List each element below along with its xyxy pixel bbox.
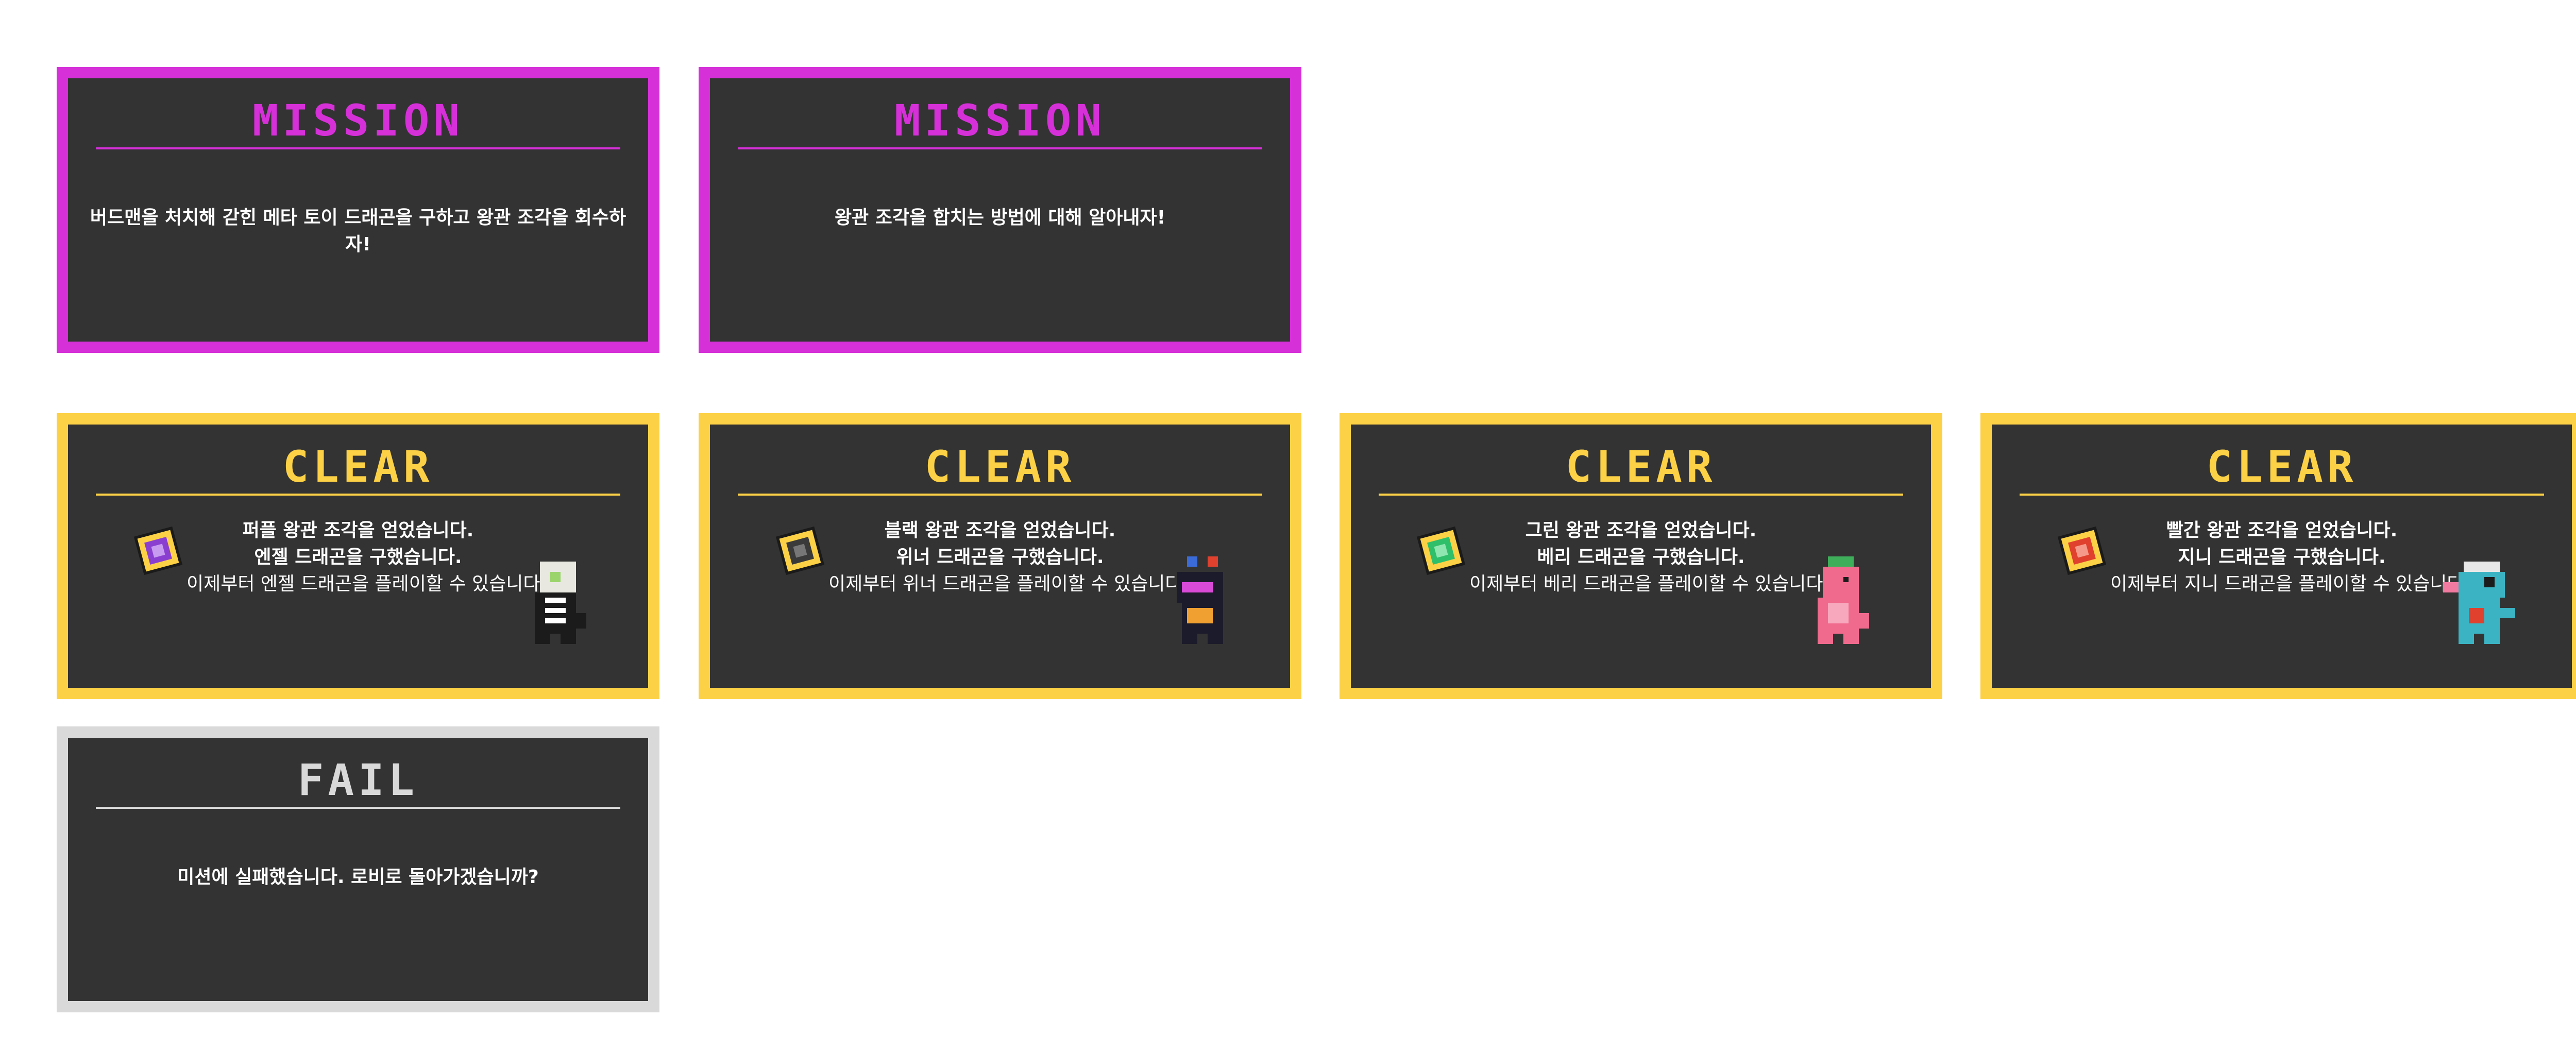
title-divider xyxy=(738,494,1262,496)
crown-piece-text: 블랙 왕관 조각을 얻었습니다. xyxy=(884,520,1116,541)
card-title: CLEAR xyxy=(924,442,1076,492)
clear-message: 그린 왕관 조각을 얻었습니다. 베리 드래곤을 구했습니다. 이제부터 베리 … xyxy=(1469,517,1829,598)
rescued-dragon-text: 베리 드래곤을 구했습니다. xyxy=(1537,547,1745,568)
black-crown-piece-icon xyxy=(775,526,825,575)
green-crown-piece-icon xyxy=(1416,526,1466,575)
card-title: CLEAR xyxy=(282,442,434,492)
mission-card-2: MISSION 왕관 조각을 합치는 방법에 대해 알아내자! xyxy=(699,67,1301,353)
rescued-dragon-text: 지니 드래곤을 구했습니다. xyxy=(2178,547,2386,568)
angel-dragon-icon xyxy=(535,562,586,644)
card-title: MISSION xyxy=(252,95,464,146)
unlock-text: 이제부터 베리 드래곤을 플레이할 수 있습니다. xyxy=(1469,573,1829,595)
title-divider xyxy=(96,147,620,149)
clear-message: 블랙 왕관 조각을 얻었습니다. 위너 드래곤을 구했습니다. 이제부터 위너 … xyxy=(828,517,1188,598)
purple-crown-piece-icon xyxy=(133,526,183,575)
clear-card-purple: CLEAR 퍼플 왕관 조각을 얻었습니다. 엔젤 드래곤을 구했습니다. 이제… xyxy=(57,413,659,699)
unlock-text: 이제부터 지니 드래곤을 플레이할 수 있습니다. xyxy=(2110,573,2470,595)
clear-card-black: CLEAR 블랙 왕관 조각을 얻었습니다. 위너 드래곤을 구했습니다. 이제… xyxy=(699,413,1301,699)
clear-card-red: CLEAR 빨간 왕관 조각을 얻었습니다. 지니 드래곤을 구했습니다. 이제… xyxy=(1980,413,2576,699)
card-title: CLEAR xyxy=(1565,442,1717,492)
rescued-dragon-text: 엔젤 드래곤을 구했습니다. xyxy=(254,547,462,568)
berry-dragon-icon xyxy=(1818,556,1869,644)
card-title: MISSION xyxy=(894,95,1106,146)
clear-message: 빨간 왕관 조각을 얻었습니다. 지니 드래곤을 구했습니다. 이제부터 지니 … xyxy=(2110,517,2470,598)
title-divider xyxy=(1379,494,1903,496)
fail-message: 미션에 실패했습니다. 로비로 돌아가겠습니까? xyxy=(177,867,539,888)
clear-card-green: CLEAR 그린 왕관 조각을 얻었습니다. 베리 드래곤을 구했습니다. 이제… xyxy=(1340,413,1942,699)
title-divider xyxy=(96,807,620,809)
title-divider xyxy=(2020,494,2544,496)
crown-piece-text: 퍼플 왕관 조각을 얻었습니다. xyxy=(242,520,474,541)
clear-message: 퍼플 왕관 조각을 얻었습니다. 엔젤 드래곤을 구했습니다. 이제부터 엔젤 … xyxy=(187,517,546,598)
unlock-text: 이제부터 엔젤 드래곤을 플레이할 수 있습니다. xyxy=(187,573,546,595)
red-crown-piece-icon xyxy=(2057,526,2107,575)
title-divider xyxy=(738,147,1262,149)
card-title: FAIL xyxy=(297,755,419,805)
crown-piece-text: 빨간 왕관 조각을 얻었습니다. xyxy=(2166,520,2398,541)
fail-card: FAIL 미션에 실패했습니다. 로비로 돌아가겠습니까? xyxy=(57,726,659,1012)
genie-dragon-icon xyxy=(2443,562,2515,644)
rescued-dragon-text: 위너 드래곤을 구했습니다. xyxy=(896,547,1104,568)
card-title: CLEAR xyxy=(2206,442,2358,492)
title-divider xyxy=(96,494,620,496)
unlock-text: 이제부터 위너 드래곤을 플레이할 수 있습니다. xyxy=(828,573,1188,595)
mission-message: 왕관 조각을 합치는 방법에 대해 알아내자! xyxy=(834,207,1166,228)
winner-dragon-icon xyxy=(1177,556,1223,644)
mission-card-1: MISSION 버드맨을 처치해 갇힌 메타 토이 드래곤을 구하고 왕관 조각… xyxy=(57,67,659,353)
mission-message: 버드맨을 처치해 갇힌 메타 토이 드래곤을 구하고 왕관 조각을 회수하자! xyxy=(90,207,626,255)
crown-piece-text: 그린 왕관 조각을 얻었습니다. xyxy=(1525,520,1757,541)
